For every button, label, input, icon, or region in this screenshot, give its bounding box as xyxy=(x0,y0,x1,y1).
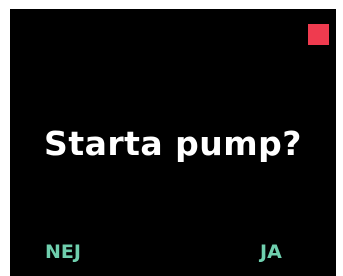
dialog-prompt: Starta pump? xyxy=(44,124,302,163)
device-screen: Starta pump? NEJ JA xyxy=(10,9,336,276)
yes-button[interactable]: JA xyxy=(260,241,282,263)
status-indicator xyxy=(308,24,329,45)
no-button[interactable]: NEJ xyxy=(45,241,81,263)
